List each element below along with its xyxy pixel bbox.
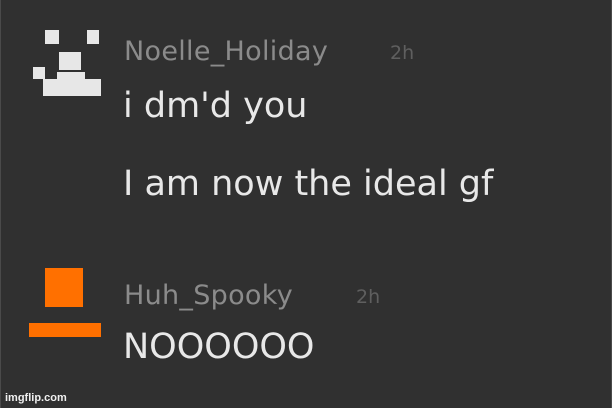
hat-crown — [45, 268, 83, 307]
hat-brim — [29, 323, 101, 337]
chat-panel: Noelle_Holiday 2h i dm'd you I am now th… — [0, 0, 612, 408]
avatar-pixel — [87, 30, 99, 44]
message-text: I am now the ideal gf — [123, 164, 494, 204]
avatar-pixel — [33, 67, 45, 79]
avatar-pixel — [43, 79, 101, 96]
imgflip-watermark: imgflip.com — [5, 392, 67, 404]
username-huh-spooky[interactable]: Huh_Spooky — [124, 280, 293, 311]
orange-hat-avatar[interactable] — [29, 268, 105, 340]
message-timestamp: 2h — [390, 42, 415, 64]
avatar-pixel — [45, 30, 59, 44]
message-timestamp: 2h — [356, 286, 381, 308]
avatar-pixel — [59, 52, 81, 70]
pixel-face-avatar[interactable] — [29, 22, 101, 98]
username-noelle-holiday[interactable]: Noelle_Holiday — [124, 36, 328, 67]
message-text: NOOOOOO — [123, 327, 315, 367]
message-text: i dm'd you — [123, 86, 308, 126]
